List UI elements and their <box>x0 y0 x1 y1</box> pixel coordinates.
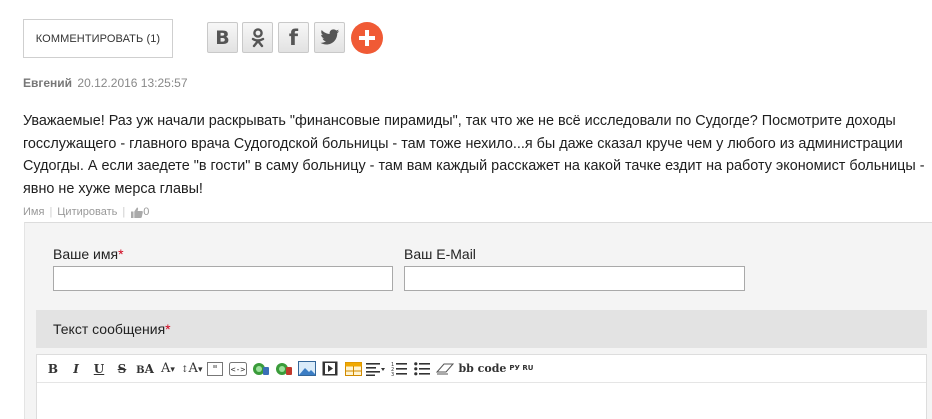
twitter-icon <box>319 29 339 45</box>
vk-icon: B <box>215 26 230 49</box>
italic-icon: I <box>73 361 79 376</box>
link-icon <box>253 362 270 375</box>
message-editor[interactable]: B I U S BA A▾ ↕A▾ " <-> 123 bb code РУ R… <box>36 354 927 419</box>
align-left-icon <box>366 362 386 376</box>
thumbs-up-icon <box>131 207 144 218</box>
comment-author: Евгений <box>23 76 73 90</box>
strikethrough-button[interactable]: S <box>112 359 132 379</box>
ok-share-button[interactable] <box>242 22 273 53</box>
bold-icon: B <box>47 361 59 376</box>
separator: | <box>122 206 126 218</box>
editor-toolbar: B I U S BA A▾ ↕A▾ " <-> 123 bb code РУ R… <box>37 355 926 383</box>
plus-icon <box>359 30 375 46</box>
font-color-icon: BA <box>136 361 154 376</box>
odnoklassniki-icon <box>251 27 264 47</box>
font-color-button[interactable]: BA <box>135 359 155 379</box>
table-button[interactable] <box>343 359 363 379</box>
video-icon <box>322 361 338 376</box>
like-button[interactable]: 0 <box>131 206 149 218</box>
like-count: 0 <box>143 206 150 218</box>
unordered-list-icon <box>414 362 431 376</box>
bbcode-button[interactable]: bb code <box>458 359 506 379</box>
eraser-button[interactable] <box>435 359 455 379</box>
link-button[interactable] <box>251 359 271 379</box>
comment-meta: Евгений 20.12.2016 13:25:57 <box>23 76 188 90</box>
required-mark: * <box>165 321 171 337</box>
comment-actions: Имя | Цитировать | 0 <box>23 206 149 218</box>
separator: | <box>49 206 53 218</box>
font-family-icon: ↕A▾ <box>181 361 203 376</box>
table-icon <box>344 361 362 376</box>
more-share-button[interactable] <box>351 22 383 54</box>
facebook-icon: f <box>288 25 299 50</box>
name-label: Ваше имя* <box>53 246 124 262</box>
required-mark: * <box>118 246 124 262</box>
align-button[interactable] <box>366 359 386 379</box>
italic-button[interactable]: I <box>66 359 86 379</box>
name-input[interactable] <box>53 266 393 291</box>
code-icon: <-> <box>229 361 248 376</box>
eraser-icon <box>436 363 455 374</box>
image-icon <box>298 361 317 376</box>
comment-text: Уважаемые! Раз уж начали раскрывать "фин… <box>23 113 925 197</box>
comment-button[interactable]: КОММЕНТИРОВАТЬ (1) <box>23 19 173 58</box>
bold-button[interactable]: B <box>43 359 63 379</box>
code-button[interactable]: <-> <box>228 359 248 379</box>
ordered-list-button[interactable]: 123 <box>389 359 409 379</box>
font-family-button[interactable]: ↕A▾ <box>181 359 202 379</box>
email-input[interactable] <box>404 266 745 291</box>
svg-text:": " <box>213 363 218 376</box>
image-button[interactable] <box>297 359 317 379</box>
unordered-list-button[interactable] <box>412 359 432 379</box>
font-size-icon: A▾ <box>161 361 175 376</box>
video-button[interactable] <box>320 359 340 379</box>
ordered-list-icon: 123 <box>391 362 408 376</box>
unlink-icon <box>276 362 293 375</box>
facebook-share-button[interactable]: f <box>278 22 309 53</box>
underline-icon: U <box>93 361 105 376</box>
translit-button[interactable]: РУ RU <box>509 359 533 379</box>
unlink-button[interactable] <box>274 359 294 379</box>
comment-date: 20.12.2016 13:25:57 <box>77 76 188 90</box>
reply-name-link[interactable]: Имя <box>23 206 44 218</box>
vk-share-button[interactable]: B <box>207 22 238 53</box>
quote-icon: " <box>207 361 224 376</box>
twitter-share-button[interactable] <box>314 22 345 53</box>
quote-button[interactable]: " <box>205 359 225 379</box>
strikethrough-icon: S <box>117 361 127 376</box>
underline-button[interactable]: U <box>89 359 109 379</box>
svg-text:<->: <-> <box>231 365 246 374</box>
message-label: Текст сообщения * <box>36 310 927 348</box>
quote-link[interactable]: Цитировать <box>57 206 117 218</box>
font-size-button[interactable]: A▾ <box>158 359 178 379</box>
email-label: Ваш E-Mail <box>404 246 476 262</box>
svg-text:3: 3 <box>391 372 394 376</box>
